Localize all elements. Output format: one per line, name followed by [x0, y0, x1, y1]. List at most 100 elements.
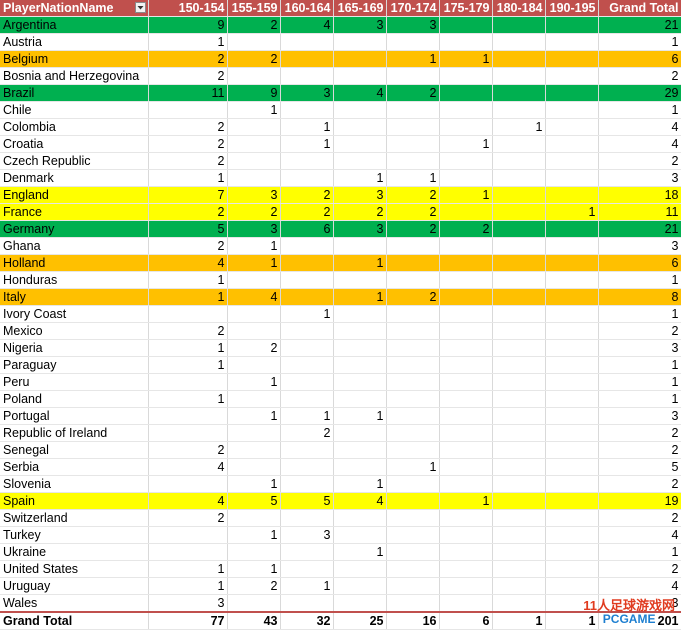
column-header[interactable]: 160-164: [280, 0, 334, 17]
row-label-header[interactable]: PlayerNationName: [0, 0, 149, 17]
row-nation-cell: Paraguay: [0, 356, 149, 374]
table-row[interactable]: Chile 1 1: [0, 101, 681, 119]
value-cell: [386, 118, 440, 136]
column-header[interactable]: 155-159: [227, 0, 281, 17]
row-nation-cell: Belgium: [0, 50, 149, 68]
value-cell: [492, 152, 546, 170]
table-row[interactable]: Senegal 2 2: [0, 441, 681, 459]
value-cell: 1: [148, 356, 228, 374]
value-cell: [148, 407, 228, 425]
column-header[interactable]: 165-169: [333, 0, 387, 17]
column-header[interactable]: 150-154: [148, 0, 228, 17]
value-cell: [280, 560, 334, 578]
value-cell: [492, 67, 546, 85]
table-row[interactable]: Peru 1 1: [0, 373, 681, 391]
value-cell: 2: [227, 203, 281, 221]
value-cell: [386, 560, 440, 578]
table-row[interactable]: Argentina 9 2 4 3 3 21: [0, 16, 681, 34]
value-cell: [333, 271, 387, 289]
column-header[interactable]: 180-184: [492, 0, 546, 17]
table-row[interactable]: Denmark 1 1 1 3: [0, 169, 681, 187]
value-cell: [492, 407, 546, 425]
table-row[interactable]: Turkey 1 3 4: [0, 526, 681, 544]
column-header[interactable]: 190-195: [545, 0, 599, 17]
table-row[interactable]: Czech Republic 2 2: [0, 152, 681, 170]
value-cell: [280, 441, 334, 459]
table-row[interactable]: Slovenia 1 1 2: [0, 475, 681, 493]
value-cell: 1: [227, 560, 281, 578]
row-nation-cell: United States: [0, 560, 149, 578]
value-cell: [439, 203, 493, 221]
row-nation-cell: Mexico: [0, 322, 149, 340]
value-cell: 3: [280, 84, 334, 102]
value-cell: 2: [227, 50, 281, 68]
value-cell: 1: [227, 526, 281, 544]
value-cell: [148, 475, 228, 493]
value-cell: [280, 237, 334, 255]
table-row[interactable]: Ivory Coast 1 1: [0, 305, 681, 323]
value-cell: 2: [148, 118, 228, 136]
column-header[interactable]: 175-179: [439, 0, 493, 17]
table-row[interactable]: Honduras 1 1: [0, 271, 681, 289]
table-row[interactable]: United States 1 1 2: [0, 560, 681, 578]
table-row[interactable]: Mexico 2 2: [0, 322, 681, 340]
table-row[interactable]: Bosnia and Herzegovina 2 2: [0, 67, 681, 85]
filter-dropdown-icon[interactable]: [134, 2, 146, 13]
grand-total-row: Grand Total 77 43 32 25 16 6 1 1 201: [0, 611, 681, 630]
value-cell: 3: [333, 220, 387, 238]
value-cell: 2: [598, 560, 681, 578]
value-cell: 4: [598, 118, 681, 136]
table-row[interactable]: England 7 3 2 3 2 1 18: [0, 186, 681, 204]
table-row[interactable]: Paraguay 1 1: [0, 356, 681, 374]
table-row[interactable]: Ghana 2 1 3: [0, 237, 681, 255]
table-row[interactable]: Germany 5 3 6 3 2 2 21: [0, 220, 681, 238]
value-cell: [492, 390, 546, 408]
row-nation-cell: Turkey: [0, 526, 149, 544]
table-row[interactable]: Colombia 2 1 1 4: [0, 118, 681, 136]
value-cell: [386, 424, 440, 442]
value-cell: [439, 373, 493, 391]
value-cell: [492, 492, 546, 510]
table-row[interactable]: Poland 1 1: [0, 390, 681, 408]
value-cell: 3: [598, 169, 681, 187]
table-row[interactable]: Portugal 1 1 1 3: [0, 407, 681, 425]
value-cell: 3: [227, 220, 281, 238]
table-row[interactable]: Brazil 11 9 3 4 2 29: [0, 84, 681, 102]
table-row[interactable]: Republic of Ireland 2 2: [0, 424, 681, 442]
column-header[interactable]: 170-174: [386, 0, 440, 17]
row-nation-cell: Colombia: [0, 118, 149, 136]
value-cell: [439, 237, 493, 255]
value-cell: [386, 305, 440, 323]
column-header[interactable]: Grand Total: [598, 0, 681, 17]
value-cell: 1: [227, 373, 281, 391]
table-row[interactable]: Ukraine 1 1: [0, 543, 681, 561]
table-row[interactable]: Serbia 4 1 5: [0, 458, 681, 476]
value-cell: [227, 509, 281, 527]
table-row[interactable]: Italy 1 4 1 2 8: [0, 288, 681, 306]
row-nation-cell: France: [0, 203, 149, 221]
table-row[interactable]: Nigeria 1 2 3: [0, 339, 681, 357]
value-cell: [439, 254, 493, 272]
table-row[interactable]: Wales 3 3: [0, 594, 681, 613]
table-row[interactable]: Holland 4 1 1 6: [0, 254, 681, 272]
value-cell: [492, 424, 546, 442]
value-cell: [439, 305, 493, 323]
table-row[interactable]: Spain 4 5 5 4 1 19: [0, 492, 681, 510]
value-cell: 2: [439, 220, 493, 238]
value-cell: [386, 339, 440, 357]
value-cell: [333, 135, 387, 153]
value-cell: [333, 441, 387, 459]
table-row[interactable]: Switzerland 2 2: [0, 509, 681, 527]
value-cell: [227, 118, 281, 136]
table-row[interactable]: Uruguay 1 2 1 4: [0, 577, 681, 595]
value-cell: 4: [333, 84, 387, 102]
value-cell: [280, 458, 334, 476]
table-row[interactable]: Croatia 2 1 1 4: [0, 135, 681, 153]
table-row[interactable]: France 2 2 2 2 2 1 11: [0, 203, 681, 221]
table-row[interactable]: Belgium 2 2 1 1 6: [0, 50, 681, 68]
value-cell: [333, 67, 387, 85]
value-cell: [545, 169, 599, 187]
value-cell: [439, 543, 493, 561]
value-cell: [386, 271, 440, 289]
table-row[interactable]: Austria 1 1: [0, 33, 681, 51]
